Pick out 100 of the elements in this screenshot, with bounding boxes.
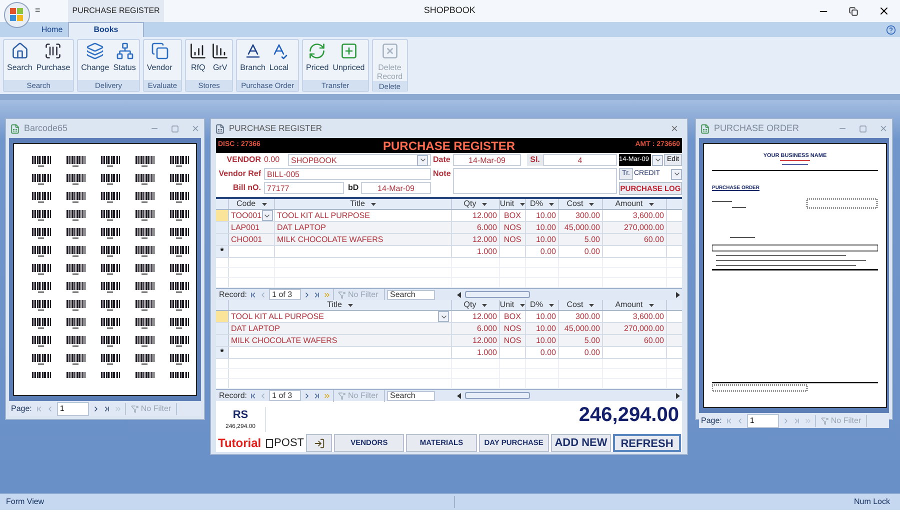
search-field[interactable]: Search [387,290,436,300]
column-header[interactable]: Qty [464,198,476,210]
vendor-combo[interactable]: SHOPBOOK [288,154,431,166]
ribbon-tab[interactable]: Books [68,22,144,37]
ribbon-button[interactable]: Local [268,42,290,80]
column-header[interactable]: D% [530,299,543,311]
table-cell: 10.00 [536,222,556,234]
form-icon [215,124,225,134]
ribbon-button[interactable]: Branch [239,42,266,80]
column-header[interactable]: Amount [615,198,643,210]
record-position-field[interactable]: 1 of 3 [269,390,302,401]
column-header[interactable]: Code [236,198,256,210]
table-cell: 12.000 [472,310,497,322]
ribbon-button[interactable]: Status [112,42,137,80]
funnel-icon [820,416,829,425]
table-row[interactable]: LAP001 DAT LAPTOP 6.000 NOS 10.00 45,000.00 270,000.00 [216,222,682,234]
restore-icon[interactable] [849,6,858,16]
first-record-icon[interactable] [249,392,258,400]
field-label: VENDOR [226,154,262,166]
sort-caret-icon[interactable] [589,202,594,206]
serial-field[interactable]: 4 [543,154,617,166]
contextual-tab-label: PURCHASE REGISTER [68,0,164,22]
sort-caret-icon[interactable] [548,304,554,306]
sort-caret-icon[interactable] [370,202,376,206]
column-header[interactable]: D% [530,198,543,210]
ribbon-button[interactable]: Unpriced [332,42,366,80]
ribbon-button[interactable]: Priced [305,42,330,80]
page-label: Page: [11,402,32,414]
column-header[interactable]: Unit [500,198,514,210]
sort-caret-icon[interactable] [589,304,594,306]
ribbon-button[interactable]: Change [80,42,110,80]
ribbon-button[interactable]: Vendor [146,42,174,80]
sort-caret-icon[interactable] [548,202,554,206]
column-header[interactable]: Title [327,299,342,311]
help-icon[interactable] [886,25,896,35]
tutorial-link[interactable]: Tutorial [218,434,264,452]
column-header[interactable]: Cost [566,198,584,210]
currency-label: RS [232,408,248,422]
sort-caret-icon[interactable] [482,202,488,206]
post-checkbox[interactable]: POST [266,434,304,452]
bill-number-field[interactable]: 77177 [264,182,344,194]
refresh-button[interactable]: REFRESH [612,434,681,452]
table-cell: BOX [504,210,521,222]
table-cell: 1.000 [476,246,497,258]
close-icon[interactable] [878,5,890,17]
window-title: Barcode65 [24,122,68,135]
sort-caret-icon[interactable] [348,304,353,306]
house-icon [10,42,29,60]
record-position-field[interactable]: 1 of 3 [269,289,302,300]
vendor-balance: 0.00 [264,154,281,166]
table-row[interactable]: TOOL KIT ALL PURPOSE 12.000 BOX 10.00 300.00 3,600.00 [216,311,682,323]
horizontal-scrollbar[interactable] [455,391,682,400]
ribbon-tab[interactable]: Home [36,22,68,37]
table-row[interactable]: TOO001 TOOL KIT ALL PURPOSE 12.000 BOX 10.00 300.00 3,600.00 [216,210,682,222]
date-field[interactable]: 14-Mar-09 [453,154,521,166]
sort-caret-icon[interactable] [648,202,654,206]
ribbon-button[interactable]: Search [6,42,34,80]
column-header[interactable]: Amount [615,299,643,311]
scroll-left-icon[interactable] [457,292,462,298]
table-cell: 60.00 [644,234,664,246]
column-header[interactable]: Unit [500,299,514,311]
quick-access-toolbar[interactable]: = [35,4,40,18]
search-field[interactable]: Search [387,390,436,400]
table-row[interactable]: CHO001 MILK CHOCOLATE WAFERS 12.000 NOS 10.00 5.00 60.00 [216,234,682,246]
bar-chart-icon [189,42,208,60]
plus-icon [340,42,358,60]
note-field[interactable] [453,168,617,194]
horizontal-scrollbar[interactable] [455,290,682,299]
first-record-icon[interactable] [249,290,258,298]
scroll-left-icon[interactable] [457,392,462,398]
sort-caret-icon[interactable] [648,304,654,306]
bill-date-field[interactable]: 14-Mar-09 [361,182,431,194]
sort-caret-icon[interactable] [520,304,526,306]
app-menu-button[interactable] [4,2,30,28]
last-page-icon[interactable] [102,404,111,412]
vendor-ref-field[interactable]: BILL-005 [264,168,431,180]
page-number-field[interactable]: 1 [746,414,779,428]
table-cell: 45,000.00 [564,222,600,234]
ribbon-button[interactable]: GrV [210,42,230,80]
last-record-icon[interactable] [313,290,322,298]
table-row[interactable]: DAT LAPTOP 6.000 NOS 10.00 45,000.00 270,000.00 [216,323,682,335]
ribbon-button[interactable]: Purchase [35,42,72,80]
sort-caret-icon[interactable] [482,304,488,306]
ribbon-button[interactable]: RfQ [188,42,208,80]
table-cell: 3,600.00 [632,310,664,322]
sort-caret-icon[interactable] [262,202,267,206]
column-header[interactable]: Title [350,198,365,210]
field-label: bD [347,182,360,194]
add-new-button[interactable]: ADD NEW [550,434,611,452]
table-row[interactable]: MILK CHOCOLATE WAFERS 12.000 NOS 10.00 5.00 60.00 [216,335,682,347]
column-header[interactable]: Cost [566,299,584,311]
scroll-right-icon[interactable] [676,392,680,398]
field-label: Sl. [527,154,543,166]
scroll-right-icon[interactable] [676,292,680,298]
page-number-field[interactable]: 1 [56,402,89,416]
sort-caret-icon[interactable] [520,202,526,206]
column-header[interactable]: Qty [464,299,476,311]
last-record-icon[interactable] [313,392,322,400]
window-title: PURCHASE REGISTER [229,122,322,135]
exit-button[interactable] [306,434,332,452]
